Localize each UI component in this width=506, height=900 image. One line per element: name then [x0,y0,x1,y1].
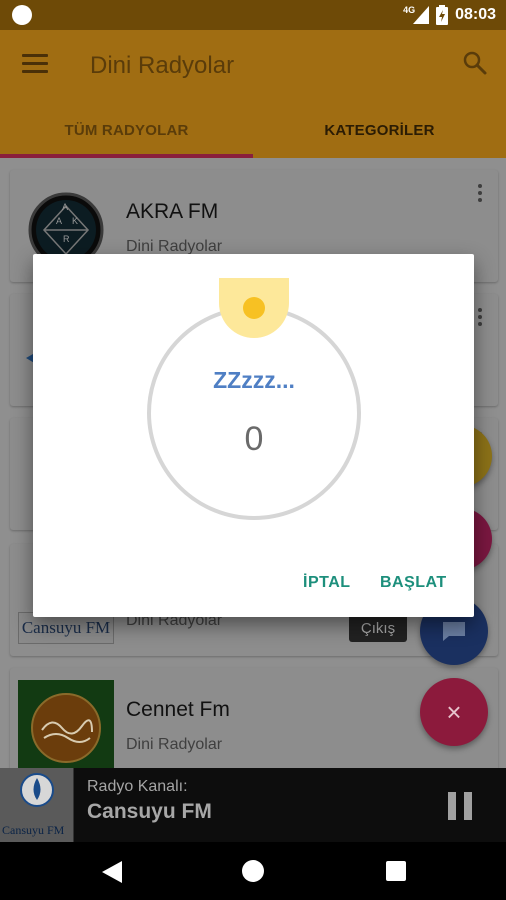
battery-icon [436,5,449,25]
fab-close-button[interactable]: × [420,678,488,746]
now-playing-bar[interactable]: Cansuyu FM Radyo Kanalı: Cansuyu FM [0,768,506,842]
app-bar: Dini Radyolar [0,30,506,102]
notification-dot-icon [12,5,32,25]
system-nav-bar [0,842,506,900]
start-button[interactable]: BAŞLAT [380,574,447,592]
more-options-icon[interactable] [478,308,484,329]
timer-value: 0 [244,420,264,458]
page-title: Dini Radyolar [90,52,235,79]
now-playing-logo: Cansuyu FM [0,768,74,842]
status-icons: 4G 08:03 [403,5,496,25]
svg-text:A: A [62,202,68,212]
pause-icon[interactable] [448,792,472,820]
recents-icon[interactable] [386,861,406,881]
timer-dial[interactable] [147,306,361,520]
now-playing-logo-text: Cansuyu FM [2,823,65,837]
more-options-icon[interactable] [478,184,484,205]
exit-label: Çıkış [349,614,407,642]
timer-knob[interactable] [243,297,265,319]
clock: 08:03 [455,6,496,23]
station-name: Cennet Fm [126,698,230,721]
menu-icon[interactable] [22,54,48,74]
tab-bar: TÜM RADYOLAR KATEGORİLER [0,102,506,158]
status-bar: 4G 08:03 [0,0,506,30]
sleep-status-text: ZZzzz... [213,367,295,393]
station-category: Dini Radyolar [126,736,223,753]
svg-text:A: A [56,216,62,226]
signal-icon: 4G [403,5,430,24]
tab-all-radios[interactable]: TÜM RADYOLAR [0,102,253,158]
svg-text:R: R [63,234,70,244]
sleep-timer-dialog: ZZzzz... 0 İPTAL BAŞLAT [33,254,474,617]
back-icon[interactable] [102,861,122,888]
tab-categories[interactable]: KATEGORİLER [253,102,506,158]
network-type-label: 4G [403,5,416,15]
svg-text:K: K [72,216,78,226]
now-playing-label: Radyo Kanalı: [87,778,188,795]
home-icon[interactable] [242,860,264,882]
search-icon[interactable] [462,50,488,81]
now-playing-title: Cansuyu FM [87,800,212,823]
cancel-button[interactable]: İPTAL [303,574,351,592]
station-logo [18,680,114,768]
station-name: AKRA FM [126,200,219,223]
